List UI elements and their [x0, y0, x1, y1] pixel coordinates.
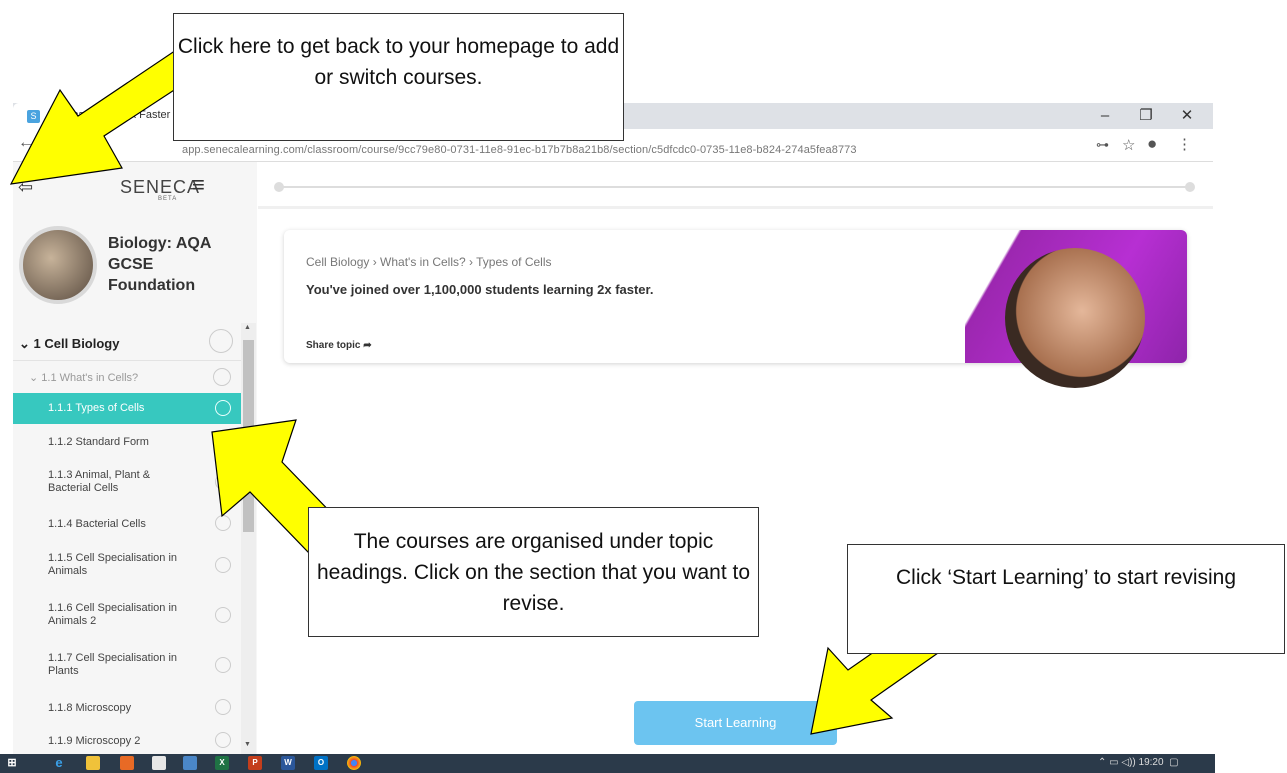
callout-start-learning: Click ‘Start Learning’ to start revising	[847, 544, 1285, 654]
callout-back-home: Click here to get back to your homepage …	[173, 13, 624, 141]
callout-topic-headings: The courses are organised under topic he…	[308, 507, 759, 637]
